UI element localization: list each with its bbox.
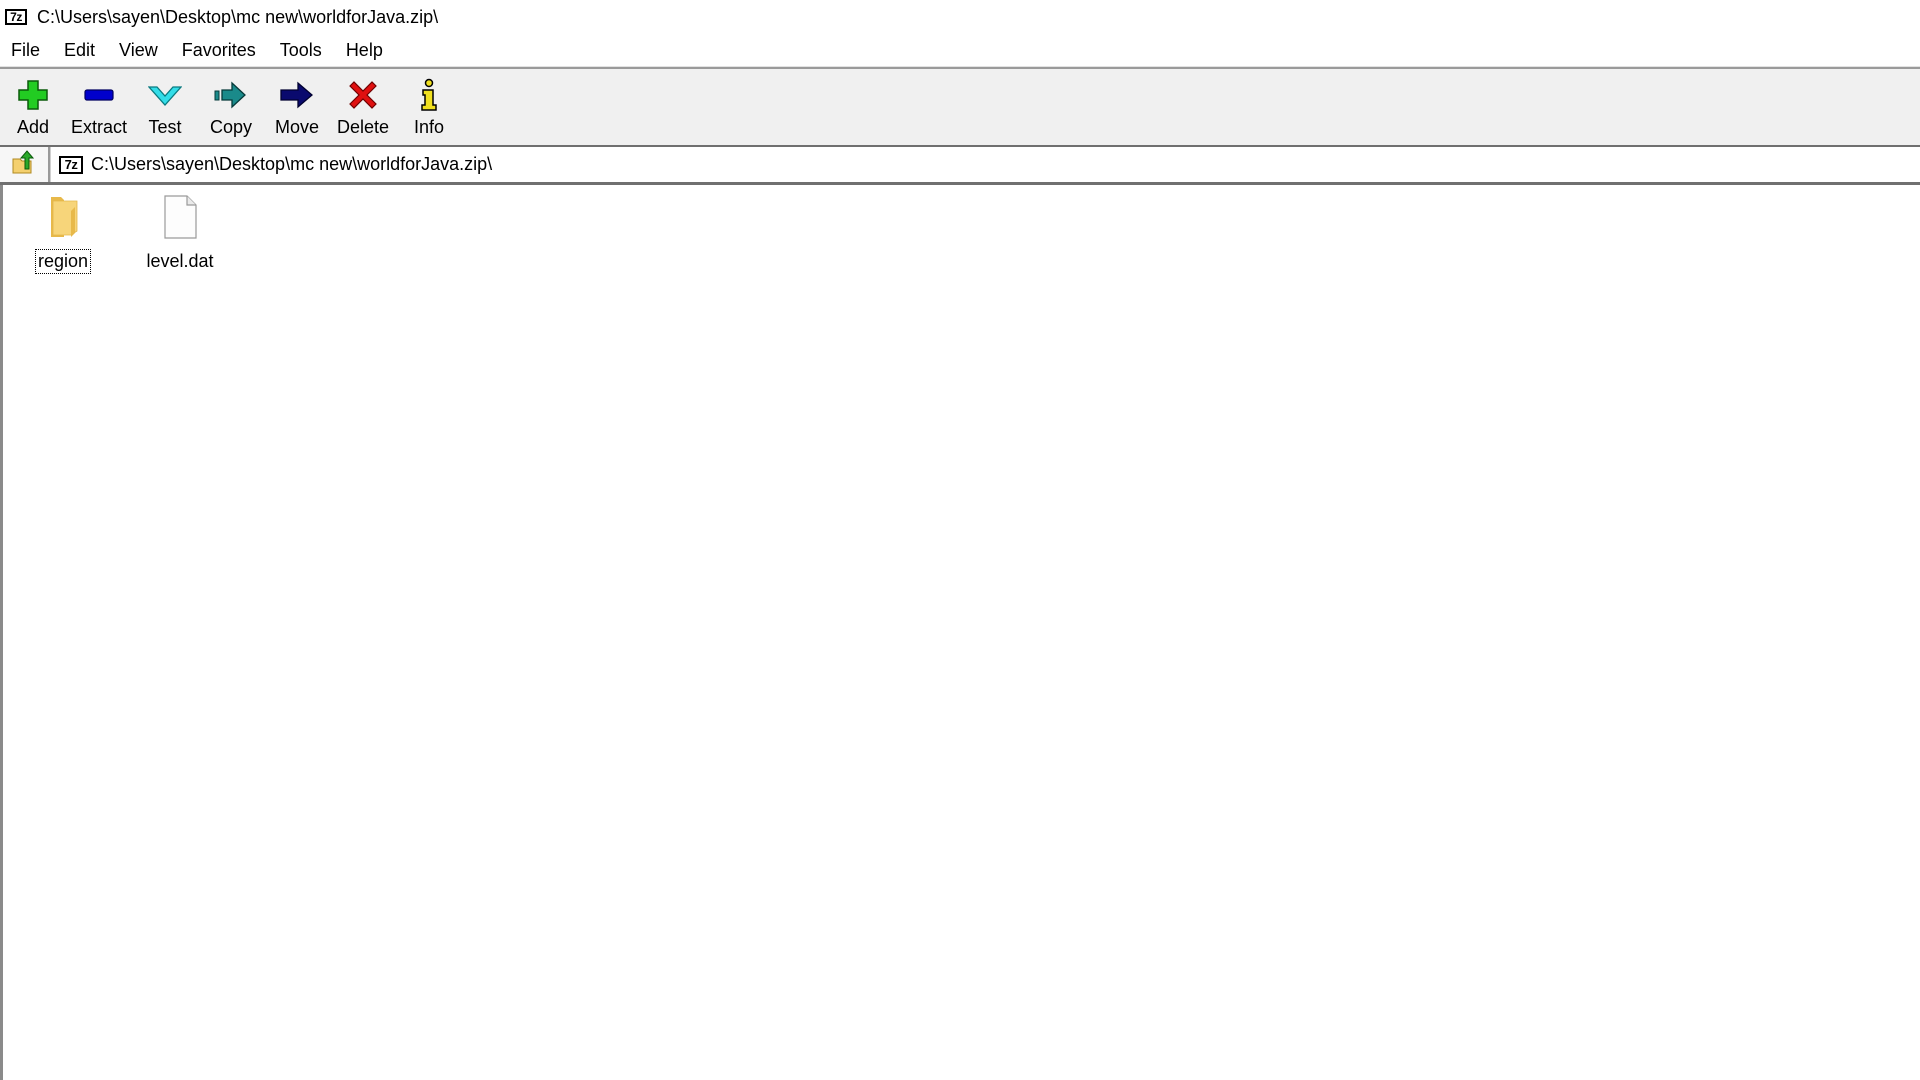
delete-button[interactable]: Delete	[330, 69, 396, 145]
file-icon	[162, 195, 198, 244]
address-row: 7z C:\Users\sayen\Desktop\mc new\worldfo…	[0, 147, 1920, 185]
file-list-pane[interactable]: region level.dat	[0, 185, 1920, 1080]
menu-favorites[interactable]: Favorites	[170, 40, 268, 61]
minus-icon	[81, 77, 117, 113]
folder-icon	[45, 195, 81, 244]
menu-view[interactable]: View	[107, 40, 170, 61]
add-label: Add	[16, 117, 50, 137]
title-bar: 7z C:\Users\sayen\Desktop\mc new\worldfo…	[0, 0, 1920, 34]
file-name: region	[34, 249, 92, 274]
copy-button[interactable]: Copy	[198, 69, 264, 145]
x-icon	[345, 77, 381, 113]
extract-button[interactable]: Extract	[66, 69, 132, 145]
test-button[interactable]: Test	[132, 69, 198, 145]
checkmark-icon	[147, 77, 183, 113]
menu-edit[interactable]: Edit	[52, 40, 107, 61]
address-path[interactable]: C:\Users\sayen\Desktop\mc new\worldforJa…	[91, 154, 492, 175]
extract-label: Extract	[70, 117, 127, 137]
menu-help[interactable]: Help	[334, 40, 395, 61]
move-arrow-icon	[279, 77, 315, 113]
move-button[interactable]: Move	[264, 69, 330, 145]
menu-bar: File Edit View Favorites Tools Help	[0, 34, 1920, 67]
7z-app-icon: 7z	[5, 9, 27, 25]
menu-tools[interactable]: Tools	[268, 40, 334, 61]
info-icon	[411, 77, 447, 113]
delete-label: Delete	[336, 117, 390, 137]
file-name: level.dat	[146, 251, 214, 271]
copy-label: Copy	[209, 117, 253, 137]
window-title: C:\Users\sayen\Desktop\mc new\worldforJa…	[37, 6, 439, 27]
plus-icon	[15, 77, 51, 113]
address-field[interactable]: 7z C:\Users\sayen\Desktop\mc new\worldfo…	[50, 147, 1920, 182]
add-button[interactable]: Add	[0, 69, 66, 145]
move-label: Move	[274, 117, 319, 137]
menu-file[interactable]: File	[0, 40, 52, 61]
folder-up-icon	[11, 149, 37, 180]
toolbar: Add Extract Test Copy Move Delete Info	[0, 67, 1920, 147]
7z-archive-icon: 7z	[59, 155, 83, 174]
copy-arrow-icon	[213, 77, 249, 113]
file-item-level-dat[interactable]: level.dat	[130, 195, 230, 273]
file-item-region[interactable]: region	[13, 195, 113, 274]
info-label: Info	[413, 117, 445, 137]
info-button[interactable]: Info	[396, 69, 462, 145]
test-label: Test	[148, 117, 182, 137]
up-folder-button[interactable]	[0, 147, 50, 182]
